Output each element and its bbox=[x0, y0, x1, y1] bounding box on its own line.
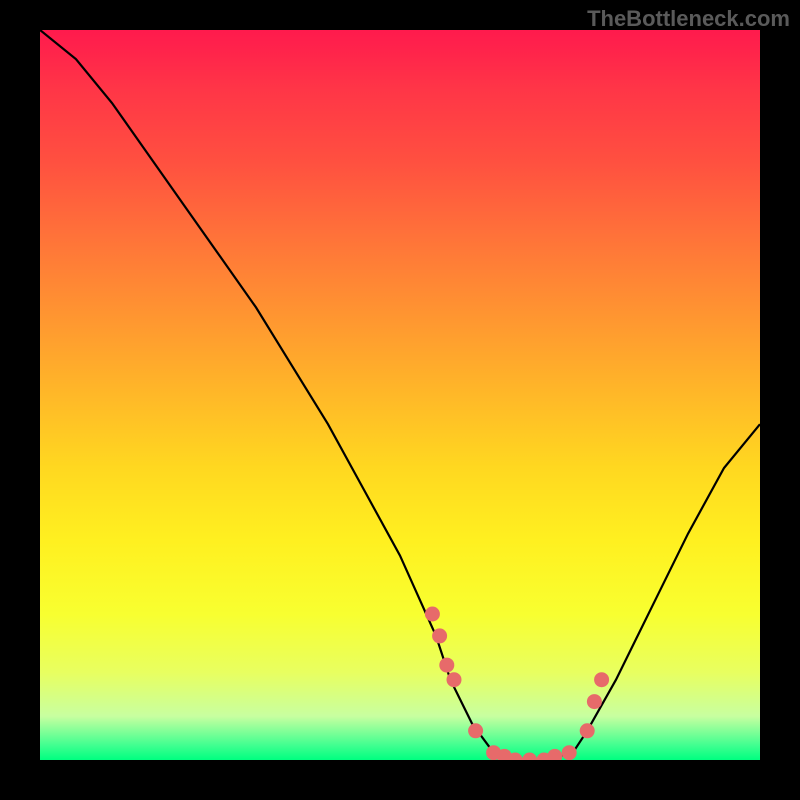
data-point bbox=[594, 672, 609, 687]
bottleneck-curve bbox=[40, 30, 760, 760]
data-point bbox=[547, 749, 562, 760]
chart-svg bbox=[40, 30, 760, 760]
data-point bbox=[587, 694, 602, 709]
data-point bbox=[580, 723, 595, 738]
data-point bbox=[432, 628, 447, 643]
data-point bbox=[468, 723, 483, 738]
chart-plot-area bbox=[40, 30, 760, 760]
data-point bbox=[447, 672, 462, 687]
watermark-text: TheBottleneck.com bbox=[587, 6, 790, 32]
data-point bbox=[522, 753, 537, 761]
data-point bbox=[562, 745, 577, 760]
data-points bbox=[425, 607, 609, 761]
data-point bbox=[425, 607, 440, 622]
data-point bbox=[439, 658, 454, 673]
